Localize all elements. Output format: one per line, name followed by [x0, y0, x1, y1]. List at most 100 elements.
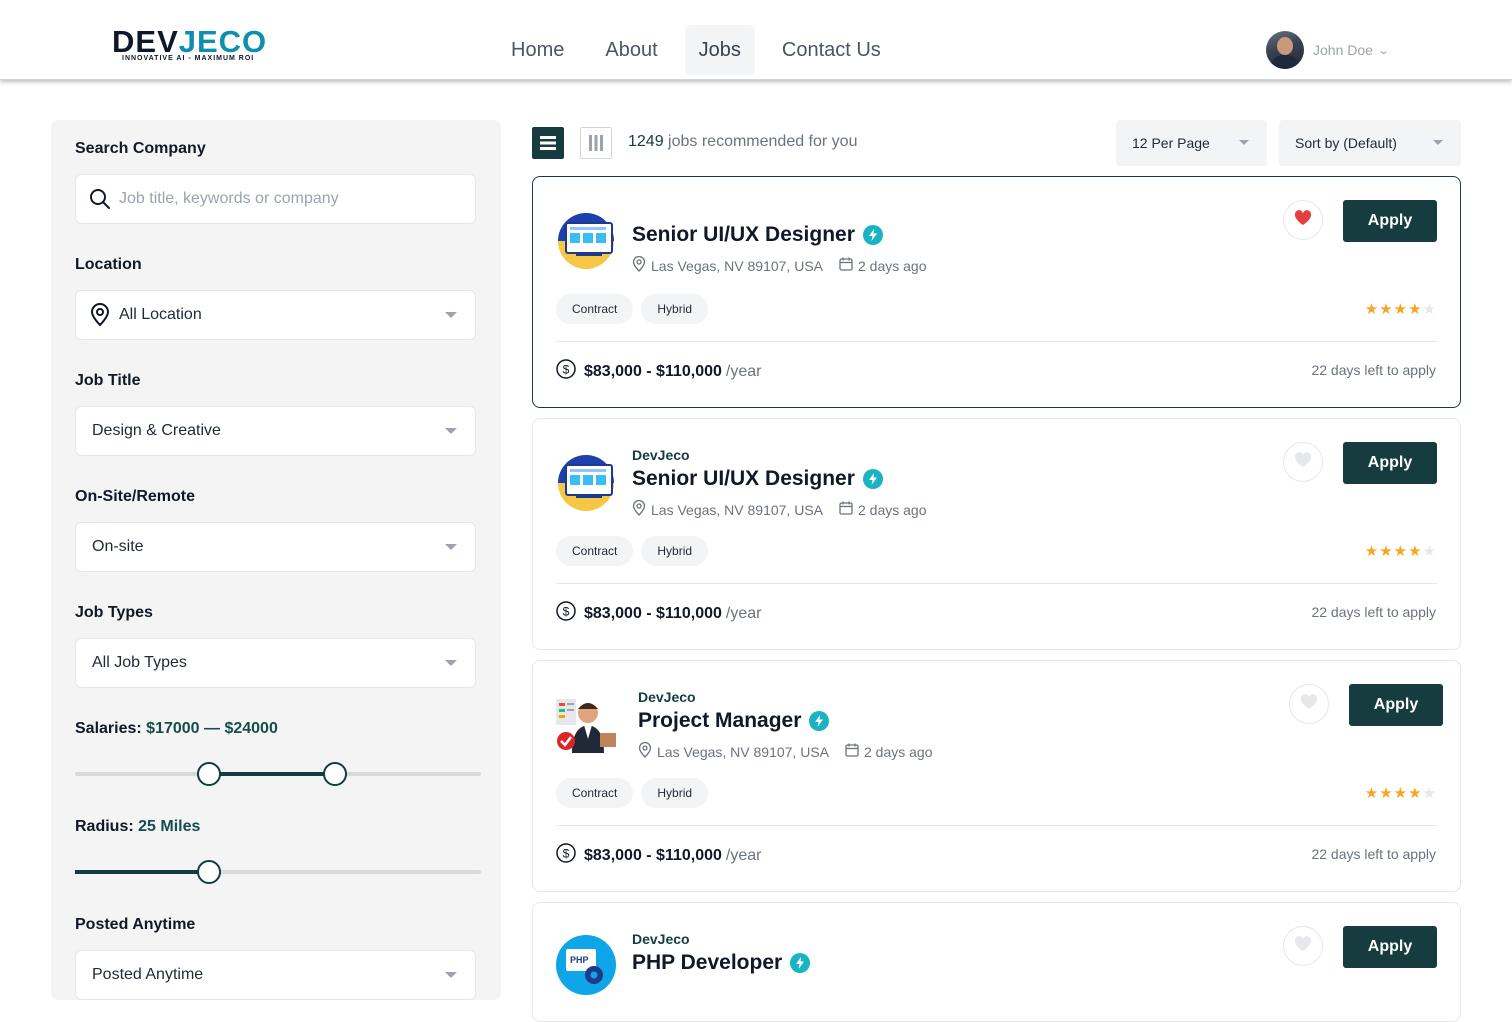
per-page-select[interactable]: 12 Per Page	[1116, 120, 1267, 166]
per-page-value: 12 Per Page	[1132, 135, 1210, 151]
job-card[interactable]: DevJeco Project Manager Las Vegas, NV 8910…	[532, 660, 1461, 892]
company-name[interactable]: DevJeco	[638, 689, 696, 705]
location-pin-icon	[89, 303, 111, 327]
job-card[interactable]: DevJeco Senior UI/UX Designer Las Vegas, N…	[532, 418, 1461, 650]
apply-deadline: 22 days left to apply	[1311, 362, 1436, 378]
php-icon: PHP	[556, 935, 616, 995]
card-divider	[556, 583, 1437, 584]
location-value: All Location	[119, 306, 202, 323]
save-job-button[interactable]	[1283, 442, 1323, 482]
star-icon: ★	[1364, 785, 1379, 802]
job-title[interactable]: Senior UI/UX Designer	[632, 467, 883, 491]
job-meta: Las Vegas, NV 89107, USA 2 days ago	[638, 741, 933, 761]
star-icon: ★	[1422, 543, 1436, 560]
salary-period: /year	[725, 362, 762, 380]
apply-button[interactable]: Apply	[1343, 442, 1437, 484]
caret-down-icon	[1433, 140, 1443, 145]
job-title[interactable]: Project Manager	[638, 709, 830, 733]
star-icon: ★	[1379, 543, 1393, 560]
nav-jobs[interactable]: Jobs	[684, 25, 755, 75]
apply-button[interactable]: Apply	[1349, 684, 1443, 726]
nav-about[interactable]: About	[591, 25, 671, 75]
save-job-button[interactable]	[1283, 926, 1323, 966]
company-name[interactable]: DevJeco	[632, 447, 690, 463]
search-icon	[89, 188, 111, 210]
job-tags: Contract Hybrid	[556, 536, 716, 566]
heart-icon	[1294, 935, 1312, 957]
job-card[interactable]: PHP DevJeco PHP Developer Apply	[532, 902, 1461, 1022]
job-title[interactable]: PHP Developer	[632, 951, 811, 975]
posted-select[interactable]: Posted Anytime	[75, 950, 476, 1000]
search-input[interactable]: Job title, keywords or company	[75, 174, 476, 224]
salary-amount: $83,000 - $110,000	[584, 362, 722, 380]
job-tag[interactable]: Contract	[556, 536, 634, 566]
avatar[interactable]	[1266, 31, 1304, 69]
save-job-button[interactable]	[1289, 684, 1329, 724]
job-meta: Las Vegas, NV 89107, USA 2 days ago	[632, 255, 927, 275]
apply-deadline: 22 days left to apply	[1311, 604, 1436, 620]
radius-handle[interactable]	[196, 860, 221, 884]
posted-value: Posted Anytime	[92, 966, 204, 983]
onsite-label: On-Site/Remote	[75, 488, 196, 505]
company-name[interactable]: DevJeco	[632, 931, 690, 947]
radius-slider[interactable]	[75, 860, 481, 884]
verified-bolt-icon	[862, 469, 883, 489]
job-tags: Contract Hybrid	[556, 294, 716, 324]
card-divider	[556, 341, 1437, 342]
save-job-button[interactable]	[1283, 200, 1323, 240]
job-tag[interactable]: Hybrid	[641, 536, 709, 566]
job-salary: $ $83,000 - $110,000/year	[556, 843, 761, 868]
job-tags: Contract Hybrid	[556, 778, 716, 808]
svg-text:$: $	[563, 847, 570, 861]
job-title-text: Project Manager	[638, 709, 802, 732]
job-title-text: PHP Developer	[632, 951, 783, 974]
results-count-number: 1249	[628, 133, 664, 150]
job-title-select[interactable]: Design & Creative	[75, 406, 476, 456]
job-card[interactable]: Senior UI/UX Designer Las Vegas, NV 89107…	[532, 176, 1461, 408]
radius-slider-fill	[75, 870, 209, 874]
job-tag[interactable]: Contract	[556, 778, 634, 808]
rating-stars: ★ ★ ★ ★ ★	[1364, 302, 1436, 317]
star-icon: ★	[1379, 785, 1393, 802]
user-menu[interactable]: John Doe ⌄	[1266, 31, 1390, 69]
caret-down-icon	[445, 972, 457, 978]
onsite-select[interactable]: On-site	[75, 522, 476, 572]
grid-view-button[interactable]	[580, 127, 612, 159]
brand-logo[interactable]: DEVJECO INNOVATIVE AI - MAXIMUM ROI	[112, 26, 282, 66]
calendar-icon	[839, 257, 858, 274]
job-tag[interactable]: Hybrid	[641, 294, 709, 324]
list-view-button[interactable]	[532, 127, 564, 159]
location-pin-icon	[638, 741, 657, 761]
salary-range-value: $17000 — $24000	[146, 720, 278, 737]
sort-select[interactable]: Sort by (Default)	[1279, 120, 1461, 166]
job-types-select[interactable]: All Job Types	[75, 638, 476, 688]
dollar-icon: $	[556, 843, 576, 868]
job-tag[interactable]: Contract	[556, 294, 634, 324]
nav-home[interactable]: Home	[497, 25, 578, 75]
job-posted: 2 days ago	[858, 501, 927, 518]
job-location: Las Vegas, NV 89107, USA	[651, 501, 823, 518]
apply-button[interactable]: Apply	[1343, 926, 1437, 968]
star-icon: ★	[1422, 785, 1436, 802]
caret-down-icon	[1239, 140, 1249, 145]
salary-amount: $83,000 - $110,000	[584, 846, 722, 864]
verified-bolt-icon	[790, 953, 811, 973]
job-types-label: Job Types	[75, 604, 153, 621]
manager-icon	[556, 693, 616, 753]
designer-icon	[556, 209, 616, 269]
job-title[interactable]: Senior UI/UX Designer	[632, 223, 883, 247]
search-company-label: Search Company	[75, 140, 206, 157]
nav-contact[interactable]: Contact Us	[768, 25, 895, 75]
salary-min-handle[interactable]	[196, 762, 221, 786]
job-posted: 2 days ago	[864, 743, 933, 760]
salary-max-handle[interactable]	[322, 762, 347, 786]
top-navbar: DEVJECO INNOVATIVE AI - MAXIMUM ROI Home…	[0, 0, 1512, 80]
salary-slider[interactable]	[75, 762, 481, 786]
heart-icon	[1300, 693, 1318, 715]
location-pin-icon	[632, 499, 651, 519]
svg-text:$: $	[563, 605, 570, 619]
caret-down-icon	[445, 312, 457, 318]
apply-button[interactable]: Apply	[1343, 200, 1437, 242]
location-select[interactable]: All Location	[75, 290, 476, 340]
job-tag[interactable]: Hybrid	[641, 778, 709, 808]
